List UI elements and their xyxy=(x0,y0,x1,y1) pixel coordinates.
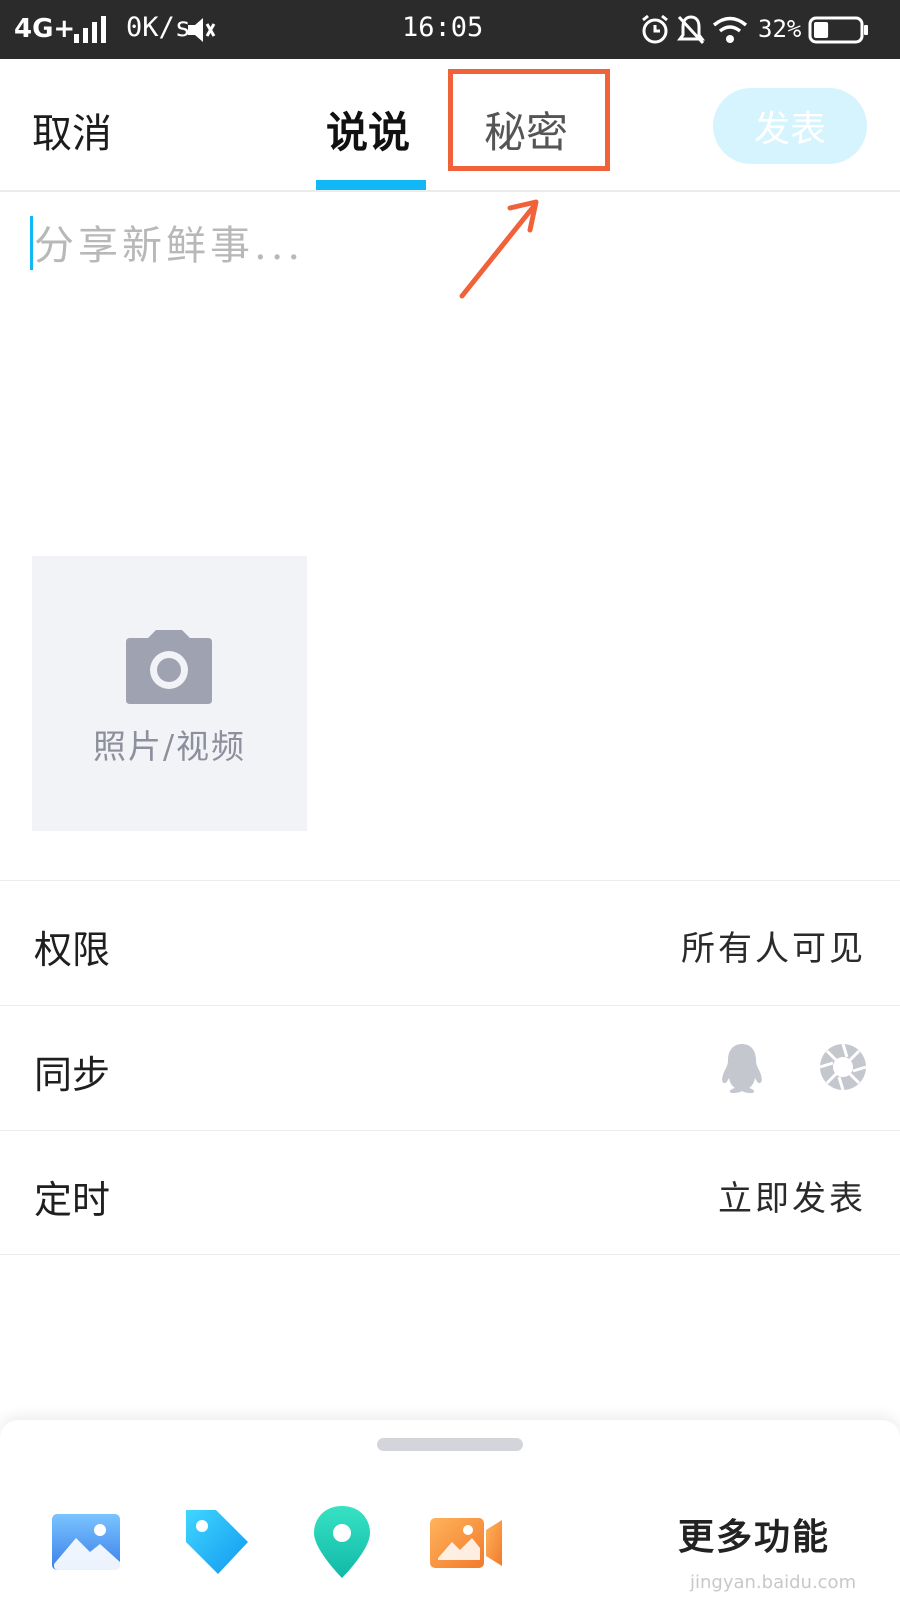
notifications-off-icon xyxy=(677,15,705,45)
qzone-camera-icon[interactable] xyxy=(818,1042,868,1092)
video-icon[interactable] xyxy=(428,1504,504,1580)
annotation-highlight-box xyxy=(448,69,610,171)
mute-icon xyxy=(188,18,216,42)
wifi-icon xyxy=(712,16,748,43)
compose-input[interactable]: 分享新鲜事... xyxy=(32,213,852,273)
alarm-icon xyxy=(642,14,668,44)
add-photo-video-button[interactable]: 照片/视频 xyxy=(32,556,307,831)
network-speed: 0K/s xyxy=(126,12,192,43)
schedule-row[interactable]: 定时 立即发表 xyxy=(0,1130,900,1255)
drag-handle[interactable] xyxy=(377,1438,523,1451)
permission-value: 所有人可见 xyxy=(681,929,866,969)
permission-label: 权限 xyxy=(34,928,111,972)
network-type: 4G+ xyxy=(14,14,76,44)
image-icon[interactable] xyxy=(50,1504,126,1580)
schedule-label: 定时 xyxy=(34,1178,111,1222)
sync-row: 同步 xyxy=(0,1005,900,1130)
battery-icon xyxy=(808,16,868,44)
publish-button[interactable]: 发表 xyxy=(713,88,867,164)
cancel-button[interactable]: 取消 xyxy=(32,101,112,159)
signal-icon xyxy=(74,16,106,43)
tag-icon[interactable] xyxy=(178,1504,254,1580)
clock: 16:05 xyxy=(402,12,484,43)
permission-row[interactable]: 权限 所有人可见 xyxy=(0,880,900,1005)
sync-label: 同步 xyxy=(34,1053,111,1097)
status-bar: 4G+ 0K/s 16:05 32% xyxy=(0,0,900,59)
media-label: 照片/视频 xyxy=(92,727,247,766)
tab-shuoshuo[interactable]: 说说 xyxy=(326,99,410,160)
bottom-toolbar: 更多功能 jingyan.baidu.com xyxy=(0,1420,900,1600)
location-pin-icon[interactable] xyxy=(304,1504,380,1580)
qq-icon[interactable] xyxy=(720,1042,764,1094)
compose-header: 取消 说说 秘密 发表 xyxy=(0,59,900,192)
more-features-button[interactable]: 更多功能 xyxy=(678,1508,830,1560)
watermark-text: jingyan.baidu.com xyxy=(690,1572,857,1593)
camera-icon xyxy=(126,630,212,704)
text-cursor xyxy=(30,216,33,270)
active-tab-indicator xyxy=(316,180,426,190)
battery-percent: 32% xyxy=(758,15,802,43)
schedule-value: 立即发表 xyxy=(718,1179,866,1219)
